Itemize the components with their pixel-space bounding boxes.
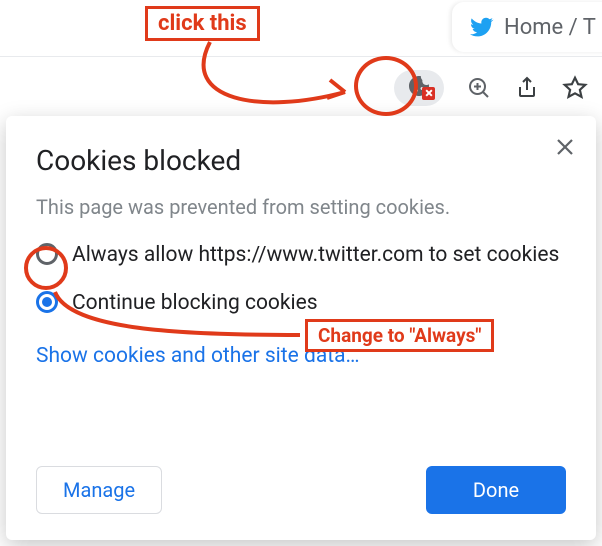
share-icon[interactable]	[514, 75, 540, 101]
tab-strip: Home / T	[0, 0, 602, 56]
annotation-click-this: click this	[145, 6, 260, 41]
option-allow[interactable]: Always allow https://www.twitter.com to …	[36, 241, 566, 269]
zoom-icon[interactable]	[466, 75, 492, 101]
star-icon[interactable]	[562, 75, 588, 101]
blocked-badge-icon	[422, 87, 435, 100]
popup-description: This page was prevented from setting coo…	[36, 195, 566, 219]
browser-tab[interactable]: Home / T	[452, 2, 602, 52]
twitter-icon	[470, 15, 494, 39]
manage-button[interactable]: Manage	[36, 466, 162, 514]
option-allow-label: Always allow https://www.twitter.com to …	[72, 241, 559, 269]
radio-selected-icon[interactable]	[36, 291, 58, 313]
radio-unselected-icon[interactable]	[36, 243, 58, 265]
cookies-popup: Cookies blocked This page was prevented …	[6, 116, 596, 540]
button-row: Manage Done	[36, 466, 566, 514]
cookie-blocked-button[interactable]	[394, 70, 444, 106]
close-button[interactable]	[552, 134, 578, 160]
popup-title: Cookies blocked	[36, 144, 566, 177]
option-block-label: Continue blocking cookies	[72, 289, 318, 317]
option-block[interactable]: Continue blocking cookies	[36, 289, 566, 317]
tab-title: Home / T	[504, 15, 596, 40]
annotation-change-to-always: Change to "Always"	[305, 319, 494, 352]
toolbar	[0, 56, 602, 118]
done-button[interactable]: Done	[426, 466, 566, 514]
